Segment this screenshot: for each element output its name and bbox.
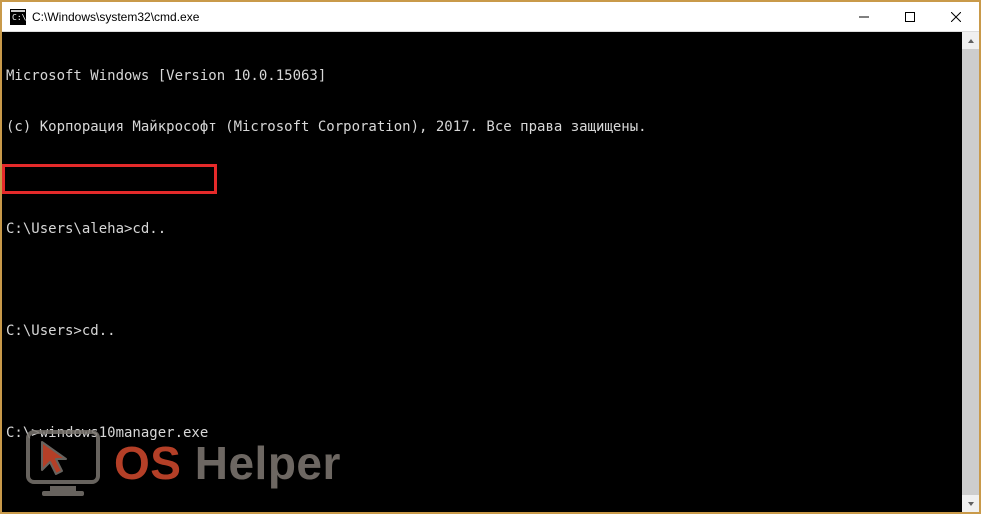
cmd-icon: C:\ [10,9,26,25]
close-button[interactable] [933,2,979,31]
scroll-track[interactable] [962,49,979,495]
vertical-scrollbar[interactable] [962,32,979,512]
scroll-thumb[interactable] [962,49,979,495]
scroll-up-button[interactable] [962,32,979,49]
cmd-window: C:\ C:\Windows\system32\cmd.exe Microsof… [2,2,979,512]
console-line: (c) Корпорация Майкрософт (Microsoft Cor… [6,119,975,136]
watermark-logo: OS Helper [24,428,341,498]
console-output[interactable]: Microsoft Windows [Version 10.0.15063] (… [2,32,979,512]
watermark-text: OS Helper [114,455,341,472]
console-line: Microsoft Windows [Version 10.0.15063] [6,68,975,85]
console-line [6,374,975,391]
window-controls [841,2,979,31]
console-line [6,170,975,187]
svg-text:C:\: C:\ [12,13,26,22]
window-title: C:\Windows\system32\cmd.exe [32,10,841,24]
minimize-button[interactable] [841,2,887,31]
console-line: C:\Users>cd.. [6,323,975,340]
console-line [6,272,975,289]
titlebar: C:\ C:\Windows\system32\cmd.exe [2,2,979,32]
maximize-button[interactable] [887,2,933,31]
scroll-down-button[interactable] [962,495,979,512]
console-line: C:\Users\aleha>cd.. [6,221,975,238]
cursor-monitor-icon [24,428,102,498]
